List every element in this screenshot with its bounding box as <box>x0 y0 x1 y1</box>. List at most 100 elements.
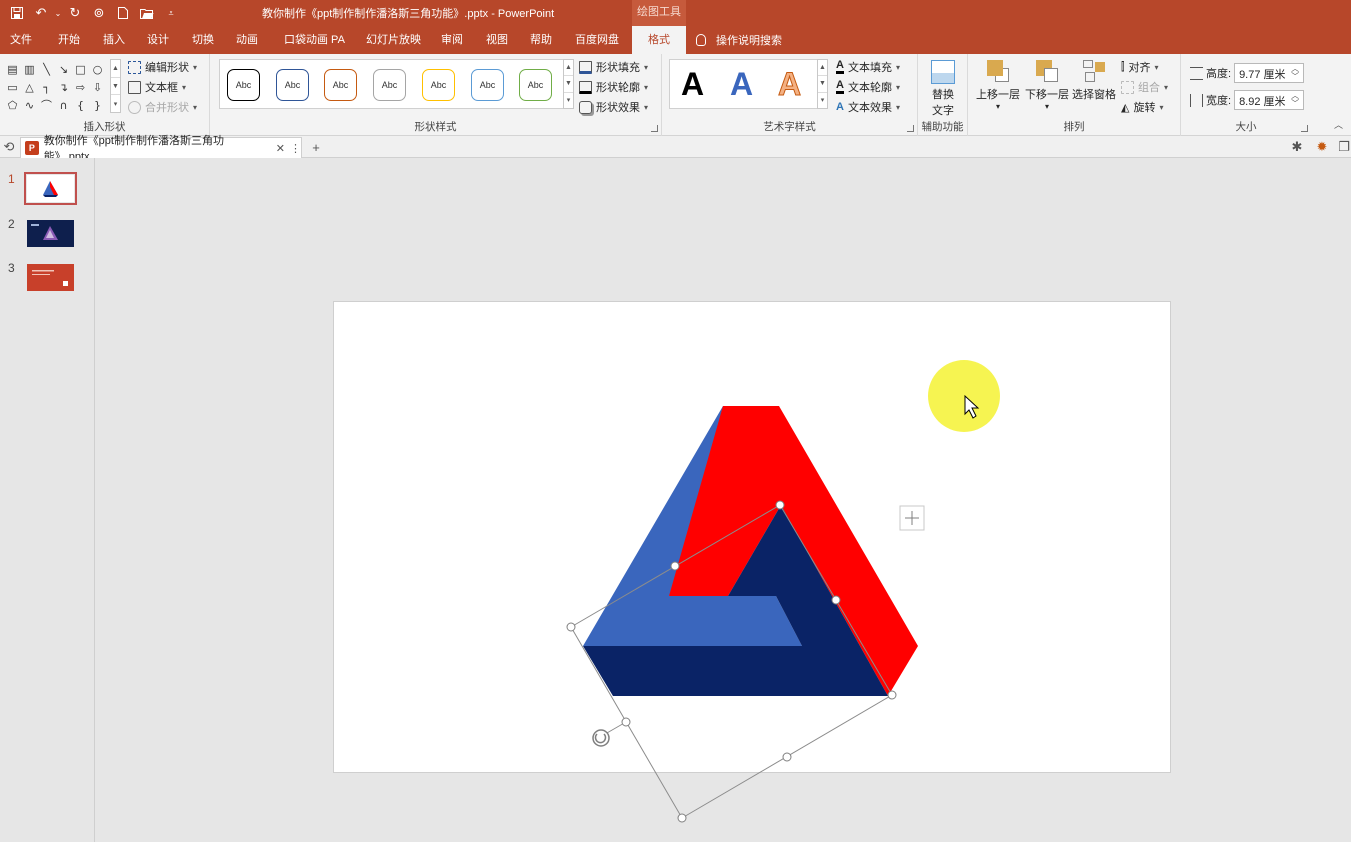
right-arrow-shape-icon[interactable]: ⇨ <box>72 78 89 96</box>
tell-me-search[interactable]: 操作说明搜索 <box>696 26 782 54</box>
merge-shapes-button[interactable]: 合并形状 ▾ <box>128 99 197 115</box>
group-objects-button[interactable]: 组合 ▾ <box>1121 79 1168 95</box>
shape-outline-button[interactable]: 形状轮廓 ▾ <box>579 79 648 95</box>
send-backward-button[interactable]: 下移一层 ▾ <box>1023 60 1071 111</box>
spinner-arrows-icon[interactable]: ︿ ﹀ <box>1291 65 1299 81</box>
present-from-start-icon[interactable]: ⊚ <box>88 3 110 23</box>
shape-style-swatch[interactable]: Abc <box>373 69 406 101</box>
height-input[interactable]: 9.77 厘米 ︿ ﹀ <box>1234 63 1305 83</box>
slide-thumbnail-1[interactable] <box>24 172 77 205</box>
undo-icon[interactable]: ↶ <box>30 3 52 23</box>
wordart-scroll[interactable]: ▲ ▼ ▾ <box>817 59 828 109</box>
shape-styles-scroll[interactable]: ▲ ▼ ▾ <box>563 59 574 109</box>
undo-dropdown-icon[interactable]: ⌄ <box>54 3 62 23</box>
layout-options-icon[interactable] <box>899 505 925 531</box>
rounded-rectangle-shape-icon[interactable]: ▭ <box>4 78 21 96</box>
scroll-up-icon[interactable]: ▲ <box>818 60 827 77</box>
resize-handle[interactable] <box>677 813 687 823</box>
tab-pocket-animation[interactable]: 口袋动画 PA <box>284 26 345 54</box>
wordart-style-black[interactable]: A <box>681 66 704 103</box>
scribble-shape-icon[interactable]: ∿ <box>21 96 38 114</box>
scroll-down-icon[interactable]: ▼ <box>564 76 573 93</box>
text-box-shape-icon[interactable]: ▤ <box>4 60 21 78</box>
tab-design[interactable]: 设计 <box>147 26 169 54</box>
down-arrow-shape-icon[interactable]: ⇩ <box>89 78 106 96</box>
shapes-gallery-scroll[interactable]: ▲ ▼ ▾ <box>110 59 121 113</box>
alt-text-button[interactable]: 替换 文字 <box>927 60 959 118</box>
shape-style-swatch[interactable]: Abc <box>422 69 455 101</box>
elbow-connector-shape-icon[interactable]: ┐ <box>38 78 55 96</box>
shape-style-swatch[interactable]: Abc <box>471 69 504 101</box>
shape-style-swatch[interactable]: Abc <box>227 69 260 101</box>
restore-window-icon[interactable]: ❐ <box>1335 138 1351 156</box>
resize-handle[interactable] <box>670 561 680 571</box>
scroll-up-icon[interactable]: ▲ <box>111 60 120 78</box>
resize-handle[interactable] <box>566 622 576 632</box>
tab-view[interactable]: 视图 <box>486 26 508 54</box>
shape-style-swatch[interactable]: Abc <box>519 69 552 101</box>
rotate-handle-icon[interactable] <box>592 729 610 747</box>
gear-icon[interactable]: ✹ <box>1313 138 1331 156</box>
resize-handle[interactable] <box>887 690 897 700</box>
wordart-style-orange[interactable]: A <box>777 66 801 103</box>
slide-thumbnail-2[interactable] <box>27 220 74 247</box>
shape-effects-button[interactable]: 形状效果 ▾ <box>579 99 648 115</box>
close-icon[interactable]: ✕ <box>276 142 285 155</box>
tab-baidu-netdisk[interactable]: 百度网盘 <box>575 26 619 54</box>
tab-home[interactable]: 开始 <box>58 26 80 54</box>
new-file-icon[interactable] <box>112 3 134 23</box>
rectangle-shape-icon[interactable]: □ <box>72 60 89 78</box>
shape-style-swatch[interactable]: Abc <box>324 69 357 101</box>
tab-slide-show[interactable]: 幻灯片放映 <box>366 26 421 54</box>
gallery-expand-icon[interactable]: ▾ <box>564 93 573 108</box>
elbow-arrow-shape-icon[interactable]: ↴ <box>55 78 72 96</box>
gallery-expand-icon[interactable]: ▾ <box>818 93 827 108</box>
text-fill-button[interactable]: A 文本填充 ▾ <box>836 59 900 75</box>
scroll-down-icon[interactable]: ▼ <box>111 78 120 96</box>
tab-animations[interactable]: 动画 <box>236 26 258 54</box>
spinner-arrows-icon[interactable]: ︿ ﹀ <box>1291 92 1299 108</box>
more-options-icon[interactable]: ⋮ <box>290 142 301 155</box>
redo-icon[interactable]: ↻ <box>64 3 86 23</box>
shape-style-swatch[interactable]: Abc <box>276 69 309 101</box>
edit-shape-button[interactable]: 编辑形状 ▾ <box>128 59 197 75</box>
scroll-up-icon[interactable]: ▲ <box>564 60 573 77</box>
tab-history-icon[interactable]: ⟲ <box>0 138 18 156</box>
resize-handle[interactable] <box>782 752 792 762</box>
slide-thumbnail-3[interactable] <box>27 264 74 291</box>
save-icon[interactable] <box>6 3 28 23</box>
tab-insert[interactable]: 插入 <box>103 26 125 54</box>
collapse-ribbon-icon[interactable]: ︿ <box>1334 118 1343 131</box>
selection-pane-button[interactable]: 选择窗格 <box>1071 60 1117 102</box>
tab-file[interactable]: 文件 <box>10 26 32 54</box>
text-outline-button[interactable]: A 文本轮廓 ▾ <box>836 79 900 95</box>
tab-transitions[interactable]: 切换 <box>192 26 214 54</box>
customize-qat-icon[interactable]: ⩡ <box>160 3 182 23</box>
right-brace-shape-icon[interactable]: } <box>89 96 106 114</box>
shape-fill-button[interactable]: 形状填充 ▾ <box>579 59 648 75</box>
shapes-gallery[interactable]: ▤ ▥ ╲ ↘ □ ○ ▭ △ ┐ ↴ ⇨ ⇩ ⬠ ∿ ⌒ ∩ { } <box>4 60 108 114</box>
dialog-launcher-icon[interactable] <box>651 125 658 132</box>
dialog-launcher-icon[interactable] <box>907 125 914 132</box>
resize-handle[interactable] <box>621 717 631 727</box>
document-tab[interactable]: P 教你制作《ppt制作制作潘洛斯三角功能》.pptx ✕ ⋮ <box>20 135 302 163</box>
pin-tool-icon[interactable]: ✱ <box>1288 138 1306 156</box>
gallery-expand-icon[interactable]: ▾ <box>111 95 120 112</box>
curve-shape-icon[interactable]: ∩ <box>55 96 72 114</box>
wordart-style-blue[interactable]: A <box>730 66 753 103</box>
resize-handle[interactable] <box>775 500 785 510</box>
oval-shape-icon[interactable]: ○ <box>89 60 106 78</box>
rotate-button[interactable]: ◭ 旋转 ▾ <box>1121 99 1163 115</box>
dialog-launcher-icon[interactable] <box>1301 125 1308 132</box>
bring-forward-button[interactable]: 上移一层 ▾ <box>974 60 1022 111</box>
width-input[interactable]: 8.92 厘米 ︿ ﹀ <box>1234 90 1305 110</box>
arc-shape-icon[interactable]: ⌒ <box>38 96 55 114</box>
tab-review[interactable]: 审阅 <box>441 26 463 54</box>
text-effects-button[interactable]: A 文本效果 ▾ <box>836 99 900 115</box>
arrow-line-shape-icon[interactable]: ↘ <box>55 60 72 78</box>
new-tab-icon[interactable]: + <box>307 138 325 156</box>
vertical-text-box-shape-icon[interactable]: ▥ <box>21 60 38 78</box>
resize-handle[interactable] <box>831 595 841 605</box>
tab-help[interactable]: 帮助 <box>530 26 552 54</box>
left-brace-shape-icon[interactable]: { <box>72 96 89 114</box>
